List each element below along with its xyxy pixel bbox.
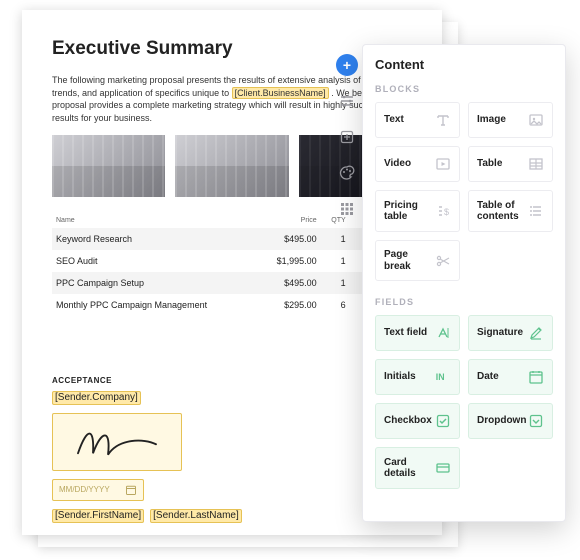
scissors-icon [435,253,451,269]
block-image-label: Image [477,114,506,126]
cell-name: Monthly PPC Campaign Management [52,294,258,316]
variable-token-client-business[interactable]: [Client.BusinessName] [232,87,329,100]
field-initials[interactable]: Initials IN [375,359,460,395]
field-text[interactable]: Text field [375,315,460,351]
date-placeholder: MM/DD/YYYY [59,485,110,494]
cell-price: $1,995.00 [258,250,320,272]
text-cursor-icon [435,325,451,341]
cell-qty: 1 [321,272,350,294]
variable-token-sender-company[interactable]: [Sender.Company] [52,391,141,405]
apps-grid-icon[interactable] [336,198,358,220]
video-icon [435,156,451,172]
totals-block: Subtotal Discount Total [52,320,412,362]
initials-icon: IN [435,369,451,385]
field-signature[interactable]: Signature [468,315,553,351]
cell-price: $295.00 [258,294,320,316]
field-dropdown[interactable]: Dropdown [468,403,553,439]
field-dropdown-label: Dropdown [477,415,526,427]
cell-qty: 6 [321,294,350,316]
name-tokens: [Sender.FirstName] [Sender.LastName] [52,509,412,523]
date-input[interactable]: MM/DD/YYYY [52,479,144,501]
field-checkbox[interactable]: Checkbox [375,403,460,439]
calendar-icon [125,484,137,496]
field-date[interactable]: Date [468,359,553,395]
block-pricing-table[interactable]: Pricing table $ [375,190,460,232]
field-text-label: Text field [384,327,427,339]
cell-name: Keyword Research [52,228,258,250]
svg-text:$: $ [444,207,449,217]
fields-section-label: FIELDS [375,297,553,307]
block-table[interactable]: Table [468,146,553,182]
pen-icon [528,325,544,341]
signature-box[interactable] [52,413,182,471]
field-initials-label: Initials [384,371,416,383]
block-image[interactable]: Image [468,102,553,138]
side-toolbar: + [332,54,362,220]
cell-qty: 1 [321,228,350,250]
add-content-button[interactable]: + [336,54,358,76]
variables-icon[interactable] [336,126,358,148]
block-pricing-label: Pricing table [384,200,435,223]
field-checkbox-label: Checkbox [384,415,432,427]
cell-name: PPC Campaign Setup [52,272,258,294]
image-thumb-2[interactable] [175,135,288,197]
block-text[interactable]: Text [375,102,460,138]
field-card-label: Card details [384,457,435,480]
settings-icon[interactable] [336,90,358,112]
acceptance-label: ACCEPTANCE [52,376,412,385]
text-icon [435,112,451,128]
block-video[interactable]: Video [375,146,460,182]
block-table-label: Table [477,158,502,170]
field-date-label: Date [477,371,499,383]
pricing-table-icon: $ [435,203,451,219]
variable-token-sender-last[interactable]: [Sender.LastName] [150,509,242,523]
design-icon[interactable] [336,162,358,184]
table-row[interactable]: Monthly PPC Campaign Management $295.00 … [52,294,412,316]
block-video-label: Video [384,158,411,170]
block-toc-label: Table of contents [477,200,528,223]
checkbox-icon [435,413,451,429]
content-panel: Content BLOCKS Text Image Video Table Pr… [362,44,566,522]
block-page-break-label: Page break [384,249,435,272]
calendar-icon [528,369,544,385]
cell-name: SEO Audit [52,250,258,272]
blocks-grid: Text Image Video Table Pricing table $ T… [375,102,553,281]
block-text-label: Text [384,114,404,126]
block-page-break[interactable]: Page break [375,240,460,281]
cell-qty: 1 [321,250,350,272]
variable-token-sender-first[interactable]: [Sender.FirstName] [52,509,144,523]
cell-price: $495.00 [258,228,320,250]
block-toc[interactable]: Table of contents [468,190,553,232]
th-name: Name [52,213,258,228]
list-icon [528,203,544,219]
panel-title: Content [375,57,553,72]
image-thumb-1[interactable] [52,135,165,197]
th-price: Price [258,213,320,228]
blocks-section-label: BLOCKS [375,84,553,94]
table-icon [528,156,544,172]
field-signature-label: Signature [477,327,523,339]
signature-icon [72,420,162,464]
dropdown-icon [528,413,544,429]
table-row[interactable]: PPC Campaign Setup $495.00 1 $495.00 [52,272,412,294]
field-card-details[interactable]: Card details [375,447,460,489]
pricing-table: Name Price QTY Subtotal Keyword Research… [52,213,412,316]
svg-text:IN: IN [436,372,445,382]
image-icon [528,112,544,128]
fields-grid: Text field Signature Initials IN Date Ch… [375,315,553,489]
cell-price: $495.00 [258,272,320,294]
table-row[interactable]: Keyword Research $495.00 1 $495.00 [52,228,412,250]
credit-card-icon [435,460,451,476]
table-row[interactable]: SEO Audit $1,995.00 1 $1,995.00 [52,250,412,272]
